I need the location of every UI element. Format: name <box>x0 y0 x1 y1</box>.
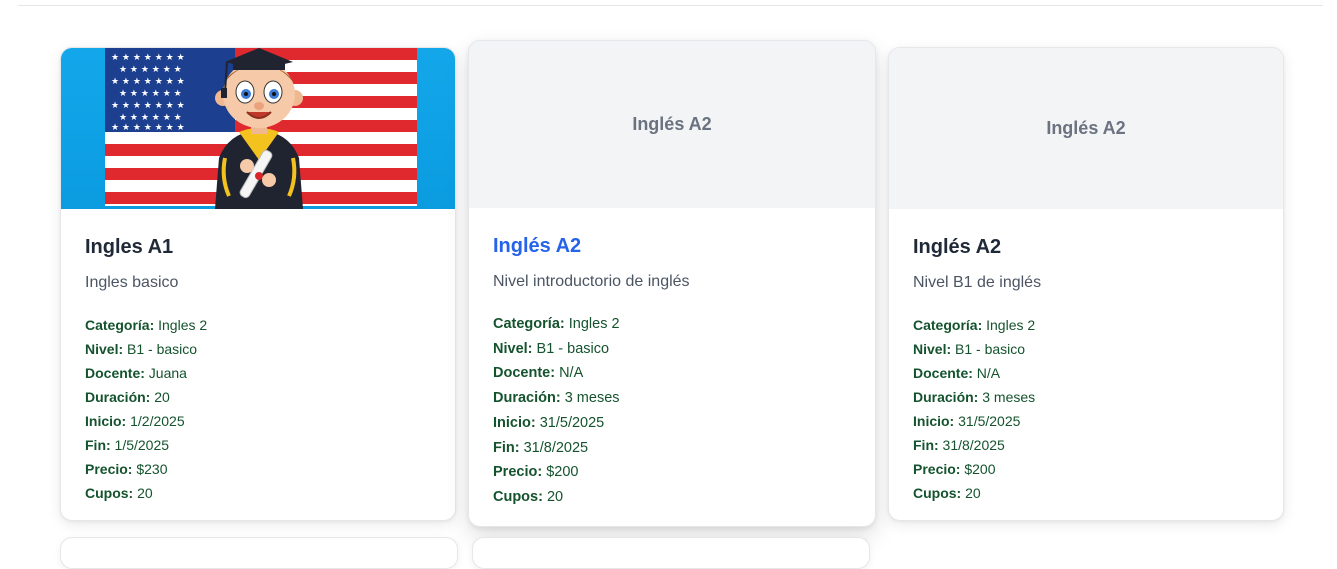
duration-label: Duración: <box>493 390 561 407</box>
course-level: Nivel: B1 - basico <box>493 337 851 362</box>
price-value: $200 <box>546 464 579 481</box>
course-category: Categoría: Ingles 2 <box>85 313 431 337</box>
course-card[interactable]: ★ ★ ★ ★ ★ ★ ★ ★ ★ ★ ★ ★ ★ ★ ★ ★ ★ ★ ★ ★ … <box>60 47 456 521</box>
course-image-placeholder: Inglés A2 <box>469 41 875 208</box>
course-seats: Cupos: 20 <box>493 485 851 510</box>
start-value: 31/5/2025 <box>958 413 1021 429</box>
duration-value: 3 meses <box>564 390 620 407</box>
teacher-value: N/A <box>976 365 1001 381</box>
course-seats: Cupos: 20 <box>913 481 1259 505</box>
seats-value: 20 <box>965 485 981 501</box>
teacher-label: Docente: <box>913 365 973 381</box>
course-start: Inicio: 31/5/2025 <box>913 409 1259 433</box>
flag-graduate-illustration: ★ ★ ★ ★ ★ ★ ★ ★ ★ ★ ★ ★ ★ ★ ★ ★ ★ ★ ★ ★ … <box>105 48 417 209</box>
course-price: Precio: $200 <box>913 457 1259 481</box>
seats-label: Cupos: <box>493 488 543 505</box>
price-value: $230 <box>136 461 168 477</box>
course-seats: Cupos: 20 <box>85 481 431 505</box>
duration-value: 20 <box>154 389 170 405</box>
level-label: Nivel: <box>913 341 952 357</box>
start-label: Inicio: <box>493 414 536 431</box>
level-value: B1 - basico <box>536 340 610 357</box>
course-duration: Duración: 3 meses <box>913 385 1259 409</box>
course-teacher: Docente: N/A <box>493 361 851 386</box>
course-end: Fin: 1/5/2025 <box>85 433 431 457</box>
category-value: Ingles 2 <box>986 317 1036 333</box>
end-value: 1/5/2025 <box>114 437 170 453</box>
course-category: Categoría: Ingles 2 <box>913 313 1259 337</box>
course-end: Fin: 31/8/2025 <box>913 433 1259 457</box>
course-teacher: Docente: N/A <box>913 361 1259 385</box>
course-description: Ingles basico <box>85 274 179 291</box>
course-card[interactable]: Inglés A2 Inglés A2 Nivel B1 de inglés C… <box>888 47 1284 521</box>
svg-text:★ ★ ★ ★ ★ ★ ★: ★ ★ ★ ★ ★ ★ ★ <box>111 77 185 87</box>
svg-text:★ ★ ★ ★ ★ ★: ★ ★ ★ ★ ★ ★ <box>119 89 182 99</box>
category-label: Categoría: <box>913 317 983 333</box>
start-value: 31/5/2025 <box>539 414 605 431</box>
svg-text:★ ★ ★ ★ ★ ★ ★: ★ ★ ★ ★ ★ ★ ★ <box>111 123 185 133</box>
category-value: Ingles 2 <box>568 316 620 332</box>
end-value: 31/8/2025 <box>942 437 1005 453</box>
course-teacher: Docente: Juana <box>85 361 431 385</box>
course-title[interactable]: Inglés A2 <box>493 234 851 258</box>
course-title[interactable]: Inglés A2 <box>913 235 1259 259</box>
duration-label: Duración: <box>85 389 151 405</box>
course-description: Nivel B1 de inglés <box>913 274 1042 291</box>
duration-value: 3 meses <box>982 389 1036 405</box>
course-category: Categoría: Ingles 2 <box>493 312 851 337</box>
svg-text:★ ★ ★ ★ ★ ★ ★: ★ ★ ★ ★ ★ ★ ★ <box>111 101 185 111</box>
level-label: Nivel: <box>85 341 124 357</box>
course-description: Nivel introductorio de inglés <box>493 273 690 290</box>
price-value: $200 <box>964 461 996 477</box>
svg-text:★ ★ ★ ★ ★ ★: ★ ★ ★ ★ ★ ★ <box>119 113 182 123</box>
course-card-partial[interactable] <box>60 537 458 569</box>
svg-text:★ ★ ★ ★ ★ ★: ★ ★ ★ ★ ★ ★ <box>119 65 182 75</box>
category-value: Ingles 2 <box>158 317 208 333</box>
end-value: 31/8/2025 <box>523 439 589 456</box>
end-label: Fin: <box>913 437 939 453</box>
top-divider <box>18 5 1323 6</box>
start-label: Inicio: <box>913 413 955 429</box>
course-price: Precio: $200 <box>493 460 851 485</box>
teacher-label: Docente: <box>493 365 556 382</box>
level-value: B1 - basico <box>127 341 198 357</box>
start-value: 1/2/2025 <box>130 413 185 429</box>
teacher-value: Juana <box>148 365 187 381</box>
price-label: Precio: <box>493 464 543 481</box>
level-value: B1 - basico <box>955 341 1026 357</box>
category-label: Categoría: <box>85 317 155 333</box>
course-image: ★ ★ ★ ★ ★ ★ ★ ★ ★ ★ ★ ★ ★ ★ ★ ★ ★ ★ ★ ★ … <box>61 48 455 209</box>
course-duration: Duración: 20 <box>85 385 431 409</box>
teacher-label: Docente: <box>85 365 145 381</box>
course-image-placeholder: Inglés A2 <box>889 48 1283 209</box>
course-title[interactable]: Ingles A1 <box>85 235 431 259</box>
course-card-partial[interactable] <box>472 537 870 569</box>
course-card[interactable]: Inglés A2 Inglés A2 Nivel introductorio … <box>468 40 876 527</box>
course-level: Nivel: B1 - basico <box>85 337 431 361</box>
seats-label: Cupos: <box>85 485 134 501</box>
course-start: Inicio: 1/2/2025 <box>85 409 431 433</box>
level-label: Nivel: <box>493 340 533 357</box>
end-label: Fin: <box>85 437 111 453</box>
course-duration: Duración: 3 meses <box>493 386 851 411</box>
seats-label: Cupos: <box>913 485 962 501</box>
svg-text:★ ★ ★ ★ ★ ★ ★: ★ ★ ★ ★ ★ ★ ★ <box>111 53 185 63</box>
price-label: Precio: <box>913 461 961 477</box>
teacher-value: N/A <box>559 365 584 382</box>
start-label: Inicio: <box>85 413 127 429</box>
course-end: Fin: 31/8/2025 <box>493 436 851 461</box>
course-price: Precio: $230 <box>85 457 431 481</box>
price-label: Precio: <box>85 461 133 477</box>
category-label: Categoría: <box>493 316 565 332</box>
course-start: Inicio: 31/5/2025 <box>493 411 851 436</box>
duration-label: Duración: <box>913 389 979 405</box>
course-level: Nivel: B1 - basico <box>913 337 1259 361</box>
seats-value: 20 <box>137 485 153 501</box>
end-label: Fin: <box>493 439 520 456</box>
seats-value: 20 <box>546 488 564 505</box>
